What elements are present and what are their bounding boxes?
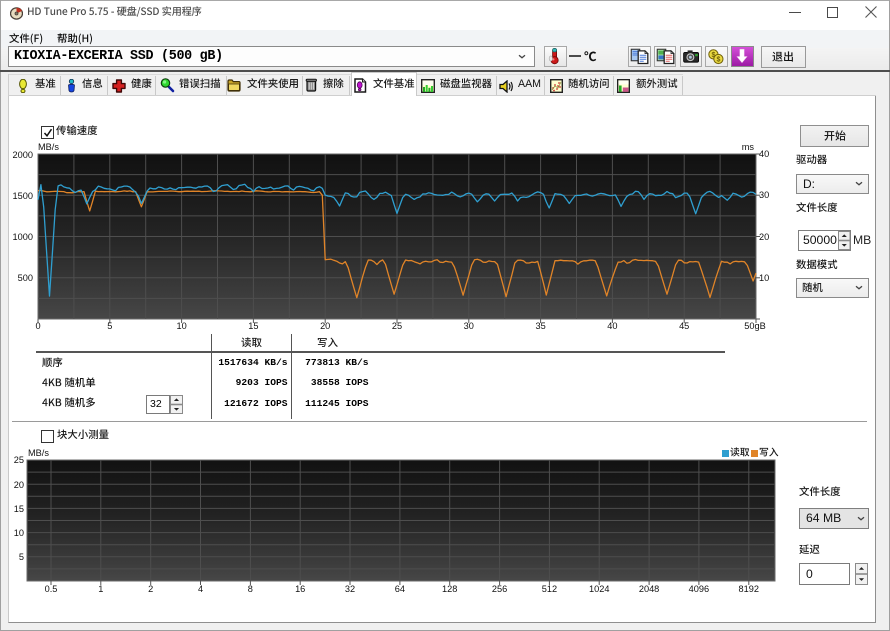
svg-text:$: $ bbox=[717, 56, 721, 63]
